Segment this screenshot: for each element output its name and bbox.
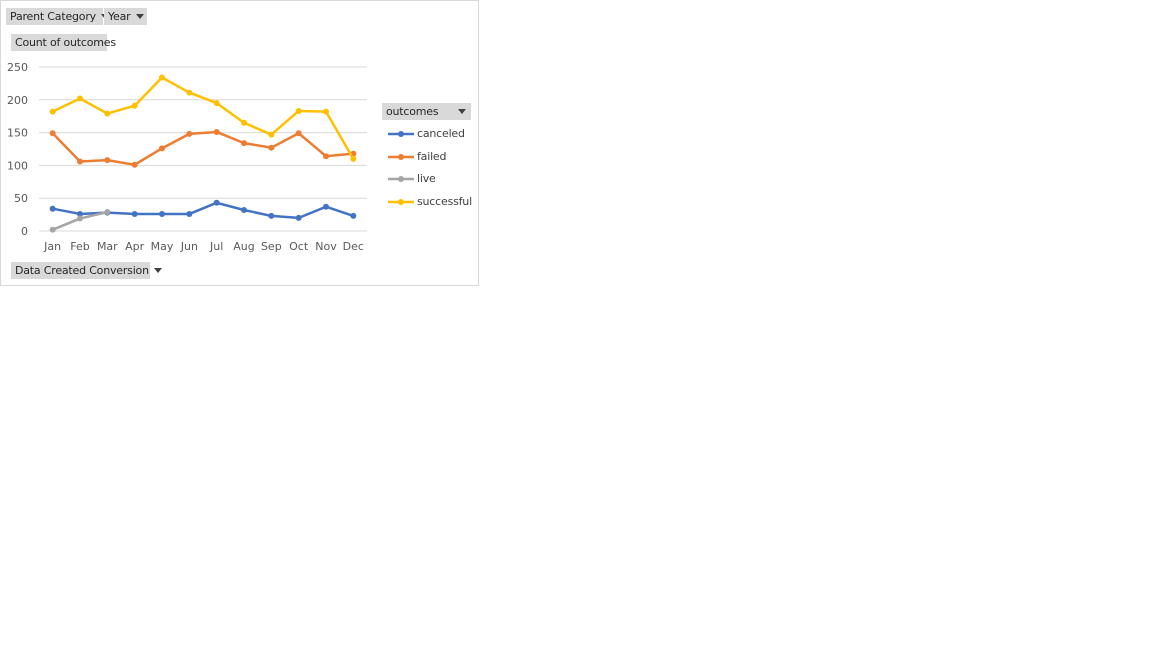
x-tick-label: Nov	[315, 240, 337, 253]
data-point-successful	[350, 155, 357, 162]
data-point-failed	[241, 140, 247, 147]
legend-field-label: outcomes	[386, 105, 439, 118]
data-point-canceled	[131, 210, 138, 217]
axis-field-label: Data Created Conversion	[15, 264, 149, 277]
y-tick-label: 200	[7, 94, 28, 107]
data-point-live	[77, 215, 83, 222]
legend-swatch	[388, 153, 414, 160]
y-tick-label: 50	[14, 192, 28, 205]
y-tick-label: 100	[7, 159, 28, 172]
data-point-canceled	[323, 203, 329, 210]
data-point-failed	[49, 130, 56, 137]
data-point-successful	[49, 108, 56, 115]
data-point-canceled	[159, 210, 165, 217]
series-line-canceled	[51, 201, 355, 220]
data-point-canceled	[295, 214, 302, 221]
x-tick-label: Dec	[343, 240, 364, 253]
legend-swatch	[388, 131, 414, 137]
data-point-failed	[268, 144, 275, 151]
data-point-failed	[159, 145, 165, 152]
legend-label: canceled	[417, 127, 465, 140]
data-point-successful	[268, 131, 275, 138]
data-point-successful	[131, 102, 138, 109]
pivot-chart: Parent Category Year Count of outcomes 0…	[0, 0, 479, 286]
data-point-canceled	[49, 205, 56, 212]
legend-marker	[398, 198, 404, 205]
x-tick-label: Jul	[209, 240, 223, 253]
dropdown-arrow-icon	[153, 268, 162, 273]
plot-area: 0 50 100 150 200 250 Jan Feb Mar Apr May Jun Jul Aug S…	[7, 61, 367, 253]
x-tick-label: Aug	[233, 240, 254, 253]
data-point-failed	[131, 161, 138, 168]
series-line-failed	[51, 130, 355, 166]
data-point-failed	[213, 128, 220, 135]
data-point-successful	[323, 108, 329, 115]
data-point-live	[49, 226, 56, 233]
legend-field-button[interactable]: outcomes	[382, 103, 471, 120]
data-point-canceled	[268, 212, 275, 219]
y-tick-label: 0	[21, 225, 28, 238]
legend-marker	[398, 176, 404, 182]
y-tick-label: 150	[7, 127, 28, 140]
data-point-canceled	[241, 207, 247, 214]
data-point-successful	[104, 110, 111, 117]
legend-marker	[398, 131, 404, 137]
data-point-failed	[104, 157, 111, 164]
x-tick-label: Jun	[180, 240, 198, 253]
dropdown-arrow-icon	[458, 109, 466, 114]
series-line-successful	[51, 76, 355, 161]
data-point-failed	[77, 158, 83, 165]
data-point-canceled	[213, 199, 220, 206]
data-point-successful	[295, 107, 302, 114]
data-point-live	[104, 208, 111, 215]
data-point-successful	[186, 89, 193, 96]
x-tick-label: May	[151, 240, 174, 253]
axis-field-button[interactable]: Data Created Conversion	[11, 262, 162, 279]
data-point-failed	[295, 130, 302, 137]
data-point-canceled	[186, 210, 193, 217]
legend-swatch	[388, 176, 414, 182]
x-tick-label: Mar	[97, 240, 118, 253]
x-tick-label: Sep	[261, 240, 282, 253]
legend-swatch	[388, 198, 414, 205]
y-tick-label: 250	[7, 61, 28, 74]
legend-label: successful	[417, 194, 472, 208]
data-point-successful	[159, 74, 165, 81]
legend-label: live	[417, 172, 436, 185]
data-point-successful	[213, 100, 220, 107]
data-point-successful	[241, 119, 247, 126]
data-point-successful	[77, 95, 83, 102]
data-point-canceled	[350, 212, 357, 219]
data-point-failed	[186, 130, 193, 137]
legend-label: failed	[417, 149, 447, 163]
x-tick-label: Jan	[43, 240, 61, 253]
x-tick-label: Oct	[289, 240, 309, 253]
data-point-failed	[323, 153, 329, 160]
x-tick-label: Apr	[125, 240, 145, 253]
x-tick-label: Feb	[70, 240, 89, 253]
legend-marker	[398, 153, 404, 160]
